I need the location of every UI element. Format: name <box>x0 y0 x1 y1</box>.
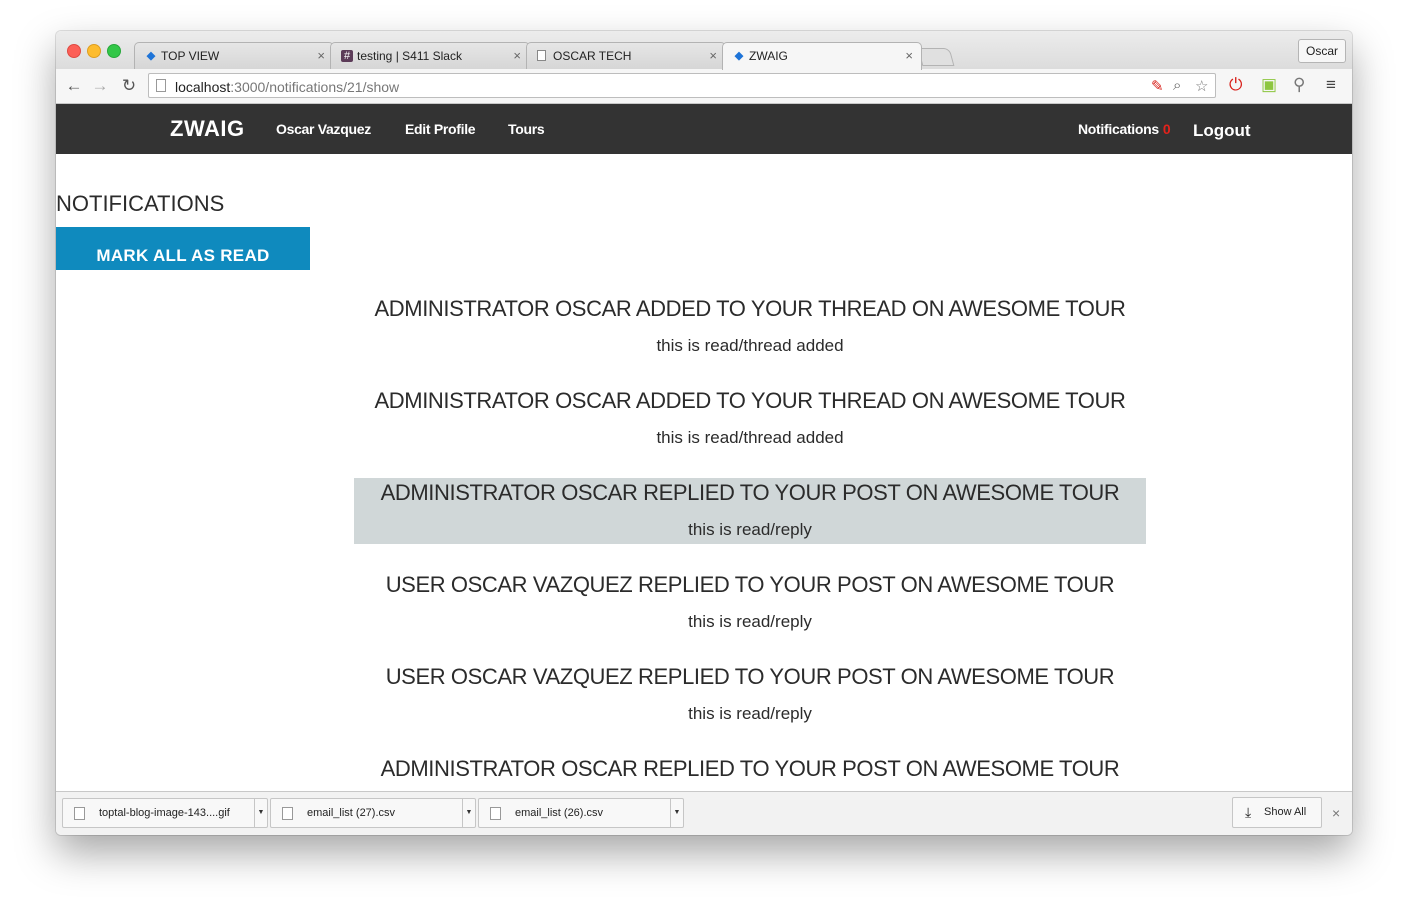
download-filename: email_list (26).csv <box>515 807 604 819</box>
close-icon[interactable]: × <box>709 48 717 63</box>
notification-title: ADMINISTRATOR OSCAR REPLIED TO YOUR POST… <box>380 756 1120 781</box>
notification-body: this is read/reply <box>688 612 812 631</box>
document-icon <box>537 50 546 61</box>
tab-top-view[interactable]: ◆ TOP VIEW × <box>134 42 334 69</box>
logout-link[interactable]: Logout <box>1193 121 1251 141</box>
nav-link-notifications[interactable]: Notifications 0 <box>1078 121 1171 137</box>
url-host: localhost <box>175 79 231 95</box>
zoom-icon[interactable]: ⌕ <box>1173 77 1181 94</box>
tab-zwaig[interactable]: ◆ ZWAIG × <box>722 42 922 70</box>
show-all-downloads-button[interactable]: ⤓ Show All <box>1232 797 1322 828</box>
notifications-label: Notifications <box>1078 121 1159 137</box>
download-filename: email_list (27).csv <box>307 807 396 819</box>
notification-body: this is read/thread added <box>656 336 844 355</box>
adblock-icon[interactable]: ⏻ <box>1229 75 1242 95</box>
url-text[interactable]: localhost:3000/notifications/21/show <box>175 79 399 95</box>
download-icon: ⤓ <box>1245 804 1252 820</box>
tab-title: testing | S411 Slack <box>357 49 462 63</box>
notification-item[interactable]: ADMINISTRATOR OSCAR ADDED TO YOUR THREAD… <box>354 294 1146 360</box>
downloads-bar: toptal-blog-image-143....gif ▼ email_lis… <box>56 791 1352 835</box>
tab-slack[interactable]: # testing | S411 Slack × <box>330 42 530 69</box>
notification-item[interactable]: ADMINISTRATOR OSCAR ADDED TO YOUR THREAD… <box>354 386 1146 452</box>
zwaig-diamond-icon: ◆ <box>146 50 156 62</box>
url-path: :3000/notifications/21/show <box>230 79 400 95</box>
close-icon[interactable]: × <box>905 48 913 63</box>
notification-title: ADMINISTRATOR OSCAR REPLIED TO YOUR POST… <box>380 480 1120 505</box>
notification-list: ADMINISTRATOR OSCAR ADDED TO YOUR THREAD… <box>354 294 1146 791</box>
download-item[interactable]: email_list (27).csv ▼ <box>270 798 476 828</box>
profile-button[interactable]: Oscar <box>1297 39 1346 63</box>
download-item[interactable]: email_list (26).csv ▼ <box>478 798 684 828</box>
app-navbar: ZWAIG Oscar Vazquez Edit Profile Tours N… <box>56 104 1352 154</box>
window-minimize-button[interactable] <box>87 44 101 58</box>
tab-title: OSCAR TECH <box>553 49 632 63</box>
notification-item[interactable]: ADMINISTRATOR OSCAR REPLIED TO YOUR POST… <box>354 754 1146 791</box>
notification-title: USER OSCAR VAZQUEZ REPLIED TO YOUR POST … <box>385 664 1115 689</box>
nav-link-tours[interactable]: Tours <box>508 121 545 137</box>
close-icon[interactable]: × <box>317 48 325 63</box>
chevron-down-icon[interactable]: ▼ <box>462 799 475 827</box>
notification-item[interactable]: USER OSCAR VAZQUEZ REPLIED TO YOUR POST … <box>354 570 1146 636</box>
tab-title: ZWAIG <box>749 49 788 63</box>
back-arrow-icon[interactable]: ← <box>64 76 84 96</box>
notification-body: this is read/reply <box>688 704 812 723</box>
page-icon <box>156 79 166 92</box>
notification-title: USER OSCAR VAZQUEZ REPLIED TO YOUR POST … <box>385 572 1115 597</box>
file-icon <box>282 807 293 820</box>
zwaig-diamond-icon: ◆ <box>734 50 744 62</box>
notification-body: this is read/reply <box>688 520 812 539</box>
file-icon <box>490 807 501 820</box>
tab-oscar-tech[interactable]: OSCAR TECH × <box>526 42 726 69</box>
slack-hash-icon: # <box>341 50 353 62</box>
notification-title: ADMINISTRATOR OSCAR ADDED TO YOUR THREAD… <box>374 296 1126 321</box>
tab-strip: ◆ TOP VIEW × # testing | S411 Slack × OS… <box>56 31 1352 70</box>
notification-item-unread[interactable]: ADMINISTRATOR OSCAR REPLIED TO YOUR POST… <box>354 478 1146 544</box>
browser-toolbar: ← → ↻ localhost:3000/notifications/21/sh… <box>56 69 1352 104</box>
file-icon <box>74 807 85 820</box>
page-title: NOTIFICATIONS <box>56 191 225 216</box>
chevron-down-icon[interactable]: ▼ <box>670 799 683 827</box>
new-tab-button[interactable] <box>917 48 955 66</box>
bookmark-star-icon[interactable]: ☆ <box>1195 77 1208 95</box>
tab-title: TOP VIEW <box>161 49 220 63</box>
notifications-count-badge: 0 <box>1162 121 1171 137</box>
window-close-button[interactable] <box>67 44 81 58</box>
extension-red-icon[interactable]: ✎ <box>1151 77 1164 95</box>
eyedropper-icon[interactable]: ⚲ <box>1293 75 1305 95</box>
nav-link-edit-profile[interactable]: Edit Profile <box>405 121 476 137</box>
mark-all-read-button[interactable]: MARK ALL AS READ <box>56 227 310 270</box>
nav-link-profile-name[interactable]: Oscar Vazquez <box>276 121 371 137</box>
download-item[interactable]: toptal-blog-image-143....gif ▼ <box>62 798 268 828</box>
main-content: NOTIFICATIONS MARK ALL AS READ ADMINISTR… <box>56 154 1352 791</box>
close-icon[interactable]: × <box>1332 805 1340 821</box>
notification-title: ADMINISTRATOR OSCAR ADDED TO YOUR THREAD… <box>374 388 1126 413</box>
show-all-label: Show All <box>1264 806 1307 818</box>
download-filename: toptal-blog-image-143....gif <box>99 807 230 819</box>
brand-logo[interactable]: ZWAIG <box>170 116 245 142</box>
forward-arrow-icon[interactable]: → <box>90 76 110 96</box>
notification-body: this is read/thread added <box>656 428 844 447</box>
browser-window: ◆ TOP VIEW × # testing | S411 Slack × OS… <box>56 31 1352 835</box>
notification-item[interactable]: USER OSCAR VAZQUEZ REPLIED TO YOUR POST … <box>354 662 1146 728</box>
menu-icon[interactable]: ≡ <box>1326 75 1336 95</box>
close-icon[interactable]: × <box>513 48 521 63</box>
address-bar[interactable]: localhost:3000/notifications/21/show ✎ ⌕… <box>148 73 1216 98</box>
extension-green-icon[interactable]: ▣ <box>1261 75 1277 95</box>
window-maximize-button[interactable] <box>107 44 121 58</box>
reload-icon[interactable]: ↻ <box>119 76 139 96</box>
chevron-down-icon[interactable]: ▼ <box>254 799 267 827</box>
